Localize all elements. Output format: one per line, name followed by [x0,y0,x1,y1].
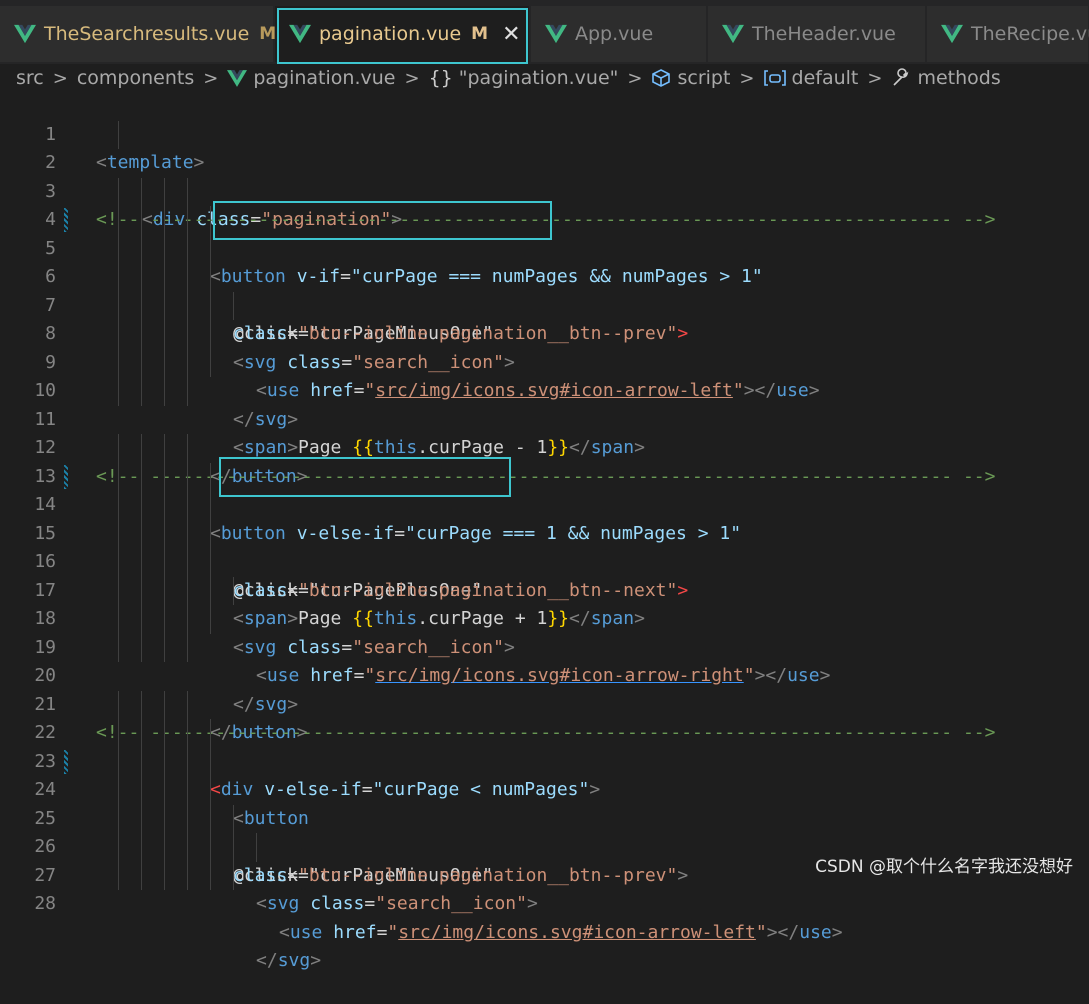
chevron-right-icon: > [52,67,68,89]
code-line: 25 class="btn--inline pagination__btn--p… [0,776,1089,886]
code-line: 12 <!-- --------------------------------… [0,406,1089,487]
line-content: <svg class="search__icon"> [256,893,538,914]
breadcrumb-item-script[interactable]: script [651,67,730,89]
breadcrumb-item-methods[interactable]: methods [891,67,1001,89]
code-line: 21 <!-- --------------------------------… [0,662,1089,744]
vue-file-icon [14,24,36,44]
link[interactable]: src/img/icons.svg#icon-arrow-left [398,922,756,943]
annotation-highlight-box [213,201,552,240]
breadcrumb-label: script [677,67,731,89]
annotation-highlight-box [277,8,528,64]
code-line: 8 <use href="src/img/icons.svg#icon-arro… [0,291,1089,401]
code-line: 17 <svg class="search__icon"> [0,548,1089,658]
breadcrumb-label: pagination.vue [253,67,396,89]
code-line: 3 <!-- ---------------------------------… [0,149,1089,231]
tab-label: TheHeader.vue [752,23,896,45]
chevron-right-icon: > [404,67,420,89]
breadcrumb-label: default [791,67,859,89]
code-line: 2 <div class="pagination"> [0,120,1089,230]
code-line: 16 <span>Page {{this.curPage + 1}}</span… [0,519,1089,629]
modified-line-marker [64,749,68,774]
chevron-right-icon: > [739,67,755,89]
breadcrumb-item-components[interactable]: components [77,67,194,89]
tab-label: TheRecipe.vue [971,23,1089,45]
vue-file-icon [227,69,248,87]
breadcrumb: src > components > pagination.vue > {} "… [0,64,1089,92]
vue-file-icon [722,24,744,44]
variable-icon [763,69,786,87]
tab-thesearchresults[interactable]: TheSearchresults.vue M [0,6,277,62]
code-line: 18 <use href="src/img/icons.svg#icon-arr… [0,576,1089,686]
modified-line-marker [64,208,68,232]
cube-icon [651,68,671,88]
tab-label: App.vue [575,23,654,45]
vue-file-icon [545,24,567,44]
modified-indicator: M [259,24,277,44]
code-line: 7 <svg class="search__icon"> [0,263,1089,373]
line-number: 28 [34,893,56,914]
code-line: 9 </svg> [0,320,1089,430]
tab-label: TheSearchresults.vue [44,23,250,45]
chevron-right-icon: > [627,67,643,89]
code-line: 1 <template> [0,92,1089,174]
code-line: 26 <svg class="search__icon"> [0,804,1089,914]
code-line: 14 @click="curPagePlusOne" [0,462,1089,601]
wrench-icon [891,68,911,88]
code-line: 13 <button v-else-if="curPage === 1 && n… [0,434,1089,544]
braces-icon: {} [428,67,453,89]
code-editor[interactable]: 1 <template> 2 <div class="pagination"> … [0,92,1089,971]
breadcrumb-item-default[interactable]: default [763,67,859,89]
code-line: 10 <span>Page {{this.curPage - 1}}</span… [0,348,1089,458]
tab-theheader[interactable]: TheHeader.vue [708,6,926,62]
tab-app[interactable]: App.vue [531,6,707,62]
annotation-highlight-box [219,457,511,497]
line-content: </svg> [256,950,322,971]
breadcrumb-item-src[interactable]: src [16,67,44,89]
breadcrumb-label: "pagination.vue" [458,67,619,89]
editor-tab-bar: TheSearchresults.vue M pagination.vue M … [0,0,1089,64]
code-line: 24 @click="curPageMinusOne" [0,747,1089,886]
code-line: 22 <div v-else-if="curPage < numPages"> [0,690,1089,800]
chevron-right-icon: > [203,67,219,89]
line-content: <use href="src/img/icons.svg#icon-arrow-… [279,921,843,943]
code-line: 19 </svg> [0,605,1089,715]
breadcrumb-item-file[interactable]: pagination.vue [227,67,395,89]
breadcrumb-item-module[interactable]: {} "pagination.vue" [429,67,619,89]
code-line: 23 <button [0,719,1089,829]
vue-file-icon [941,24,963,44]
breadcrumb-label: methods [917,67,1001,89]
code-line: 20 </button> [0,633,1089,743]
chevron-right-icon: > [867,67,883,89]
tab-therecipe[interactable]: TheRecipe.vue [927,6,1089,62]
watermark: CSDN @取个什么名字我还没想好 [815,857,1073,877]
modified-line-marker [64,464,68,489]
code-line: 15 class="btn--inline pagination__btn--n… [0,491,1089,601]
code-line: 11 </button> [0,377,1089,487]
